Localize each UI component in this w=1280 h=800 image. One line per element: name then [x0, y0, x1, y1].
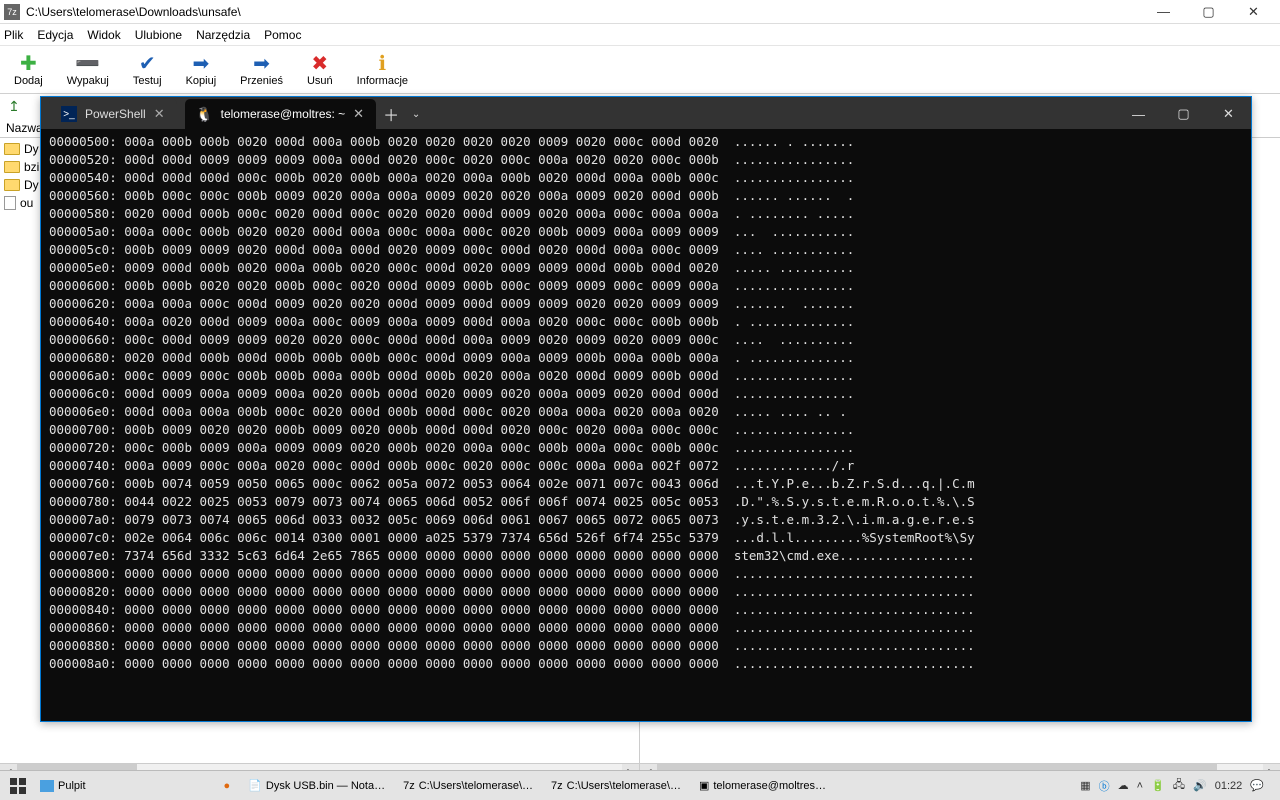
start-button[interactable] — [4, 774, 32, 798]
pulpit-label: Pulpit — [58, 780, 86, 792]
maximize-button[interactable]: ▢ — [1186, 1, 1231, 23]
tray-icon[interactable]: ▦ — [1080, 779, 1090, 792]
tab-label: telomerase@moltres: ~ — [221, 107, 346, 121]
network-icon[interactable]: 🖧 — [1173, 776, 1185, 795]
powershell-icon: >_ — [61, 106, 77, 122]
app-icon: 7z — [403, 780, 415, 792]
folder-icon — [4, 179, 20, 191]
tab-dropdown-button[interactable]: ⌄ — [406, 99, 426, 129]
app-icon: ▣ — [699, 779, 709, 792]
notification-icon[interactable]: 💬 — [1250, 779, 1264, 792]
terminal-tab-wsl[interactable]: 🐧 telomerase@moltres: ~ ✕ — [185, 99, 376, 129]
menu-pomoc[interactable]: Pomoc — [264, 28, 301, 42]
terminal-minimize-button[interactable]: — — [1116, 99, 1161, 129]
titlebar[interactable]: 7z C:\Users\telomerase\Downloads\unsafe\… — [0, 0, 1280, 24]
taskbar: Pulpit ● 📄Dysk USB.bin — Nota…7zC:\Users… — [0, 770, 1280, 800]
menubar: Plik Edycja Widok Ulubione Narzędzia Pom… — [0, 24, 1280, 46]
windows-icon — [10, 778, 26, 794]
clock[interactable]: 01:22 — [1215, 780, 1243, 792]
system-tray: ▦ ⓑ ☁ ˄ 🔋 🖧 🔊 01:22 💬 — [1080, 776, 1276, 795]
taskbar-app[interactable]: 7zC:\Users\telomerase\… — [543, 774, 689, 798]
menu-plik[interactable]: Plik — [4, 28, 23, 42]
close-icon[interactable]: ✕ — [154, 106, 165, 122]
taskbar-pulpit[interactable]: Pulpit — [34, 774, 92, 798]
terminal-tab-powershell[interactable]: >_ PowerShell ✕ — [49, 99, 177, 129]
toolbar-usun-button[interactable]: ✖Usuń — [307, 52, 333, 87]
minimize-button[interactable]: — — [1141, 1, 1186, 23]
taskbar-firefox[interactable]: ● — [216, 774, 239, 798]
firefox-icon: ● — [224, 780, 231, 792]
wypakuj-icon: ➖ — [76, 52, 100, 74]
menu-narzedzia[interactable]: Narzędzia — [196, 28, 250, 42]
menu-widok[interactable]: Widok — [87, 28, 120, 42]
menu-ulubione[interactable]: Ulubione — [135, 28, 182, 42]
up-button[interactable]: ↥ — [4, 97, 24, 115]
taskbar-app[interactable]: 7zC:\Users\telomerase\… — [395, 774, 541, 798]
toolbar-dodaj-button[interactable]: ✚Dodaj — [14, 52, 43, 87]
kopiuj-icon: ➡ — [189, 52, 213, 74]
battery-icon[interactable]: 🔋 — [1151, 779, 1165, 792]
folder-icon — [4, 143, 20, 155]
terminal-maximize-button[interactable]: ▢ — [1161, 99, 1206, 129]
terminal-tabbar: >_ PowerShell ✕ 🐧 telomerase@moltres: ~ … — [41, 97, 1251, 129]
przenies-icon: ➡ — [250, 52, 274, 74]
folder-icon — [4, 161, 20, 173]
menu-edycja[interactable]: Edycja — [37, 28, 73, 42]
toolbar-wypakuj-button[interactable]: ➖Wypakuj — [67, 52, 109, 87]
terminal-close-button[interactable]: ✕ — [1206, 99, 1251, 129]
desktop-icon — [40, 780, 54, 792]
window-title: C:\Users\telomerase\Downloads\unsafe\ — [26, 5, 1141, 19]
close-icon[interactable]: ✕ — [353, 106, 364, 122]
tab-label: PowerShell — [85, 107, 146, 121]
dodaj-icon: ✚ — [16, 52, 40, 74]
close-button[interactable]: ✕ — [1231, 1, 1276, 23]
volume-icon[interactable]: 🔊 — [1193, 779, 1207, 792]
terminal-body[interactable]: 00000500: 000a 000b 000b 0020 000d 000a … — [41, 129, 1251, 721]
taskbar-app[interactable]: ▣telomerase@moltres… — [691, 774, 834, 798]
taskbar-app[interactable]: 📄Dysk USB.bin — Nota… — [240, 774, 393, 798]
terminal-window: >_ PowerShell ✕ 🐧 telomerase@moltres: ~ … — [40, 96, 1252, 722]
onedrive-icon[interactable]: ☁ — [1118, 779, 1129, 792]
toolbar-testuj-button[interactable]: ✔Testuj — [133, 52, 162, 87]
chevron-up-icon[interactable]: ˄ — [1137, 780, 1143, 792]
file-icon — [4, 196, 16, 210]
toolbar-przenies-button[interactable]: ➡Przenieś — [240, 52, 283, 87]
tux-icon: 🐧 — [197, 106, 213, 122]
info-icon: ℹ — [370, 52, 394, 74]
usun-icon: ✖ — [308, 52, 332, 74]
testuj-icon: ✔ — [135, 52, 159, 74]
toolbar-kopiuj-button[interactable]: ➡Kopiuj — [186, 52, 217, 87]
toolbar-info-button[interactable]: ℹInformacje — [357, 52, 408, 87]
new-tab-button[interactable]: ＋ — [376, 99, 406, 129]
bing-icon[interactable]: ⓑ — [1099, 778, 1110, 794]
app-icon: 📄 — [248, 779, 262, 792]
app-icon: 7z — [551, 780, 563, 792]
toolbar: ✚Dodaj ➖Wypakuj ✔Testuj ➡Kopiuj ➡Przenieś ✖Us… — [0, 46, 1280, 94]
sevenzip-icon: 7z — [4, 4, 20, 20]
